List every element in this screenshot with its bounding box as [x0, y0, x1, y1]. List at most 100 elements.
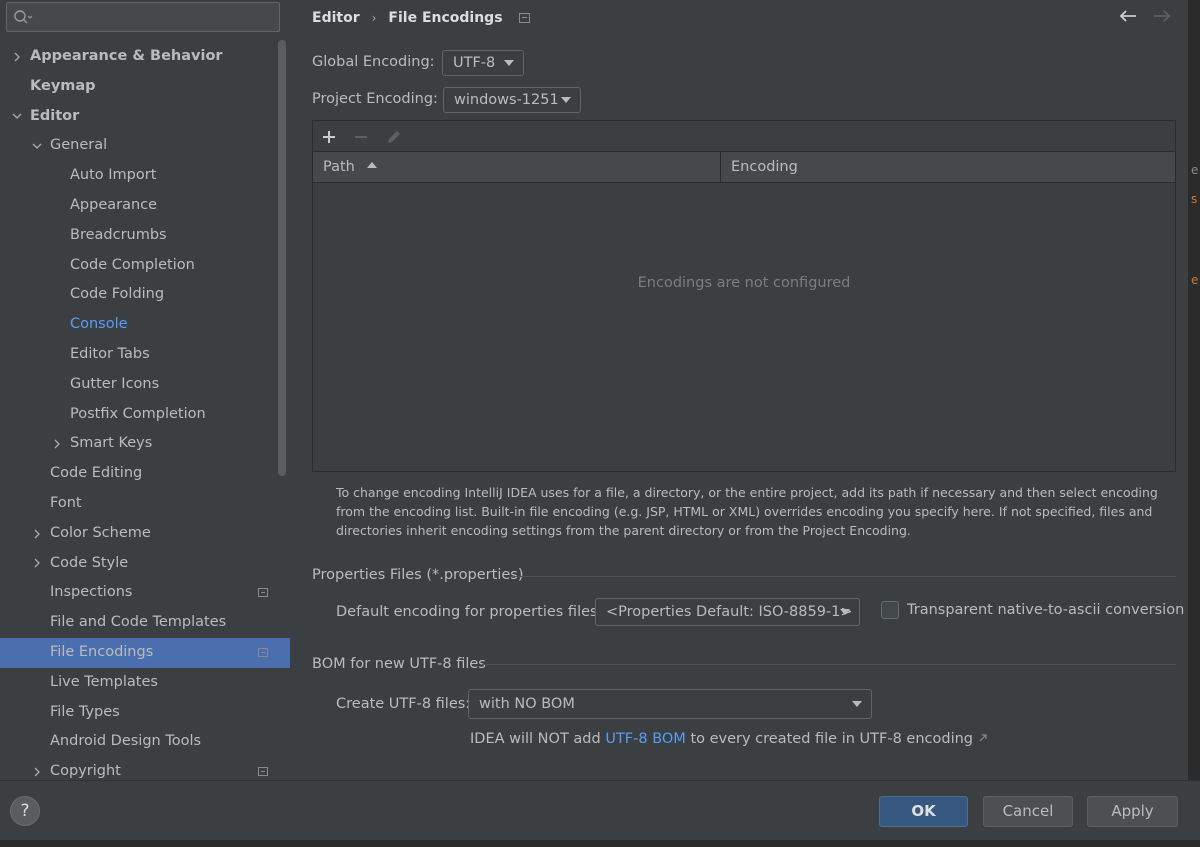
- bom-note: IDEA will NOT add UTF-8 BOM to every cre…: [470, 731, 988, 747]
- sidebar-item-file-encodings[interactable]: File Encodings: [0, 637, 290, 668]
- column-header-label: Path: [323, 159, 355, 175]
- sidebar-item-label: Appearance: [70, 196, 158, 213]
- search-icon: [14, 10, 33, 24]
- sidebar-item-breadcrumbs[interactable]: Breadcrumbs: [0, 221, 290, 251]
- forward-arrow-icon[interactable]: [1152, 6, 1172, 26]
- chevron-right-icon[interactable]: [30, 757, 44, 780]
- sidebar-item-label: Postfix Completion: [70, 405, 206, 422]
- encodings-table-panel: Path Encoding Encodings are not configur…: [312, 120, 1176, 472]
- sidebar-item-file-types[interactable]: File Types: [0, 698, 290, 728]
- chevron-right-icon[interactable]: [30, 549, 44, 579]
- column-header-label: Encoding: [731, 159, 798, 175]
- table-toolbar: [313, 121, 1175, 152]
- chevron-right-icon[interactable]: [50, 429, 64, 459]
- properties-section-title: Properties Files (*.properties): [312, 567, 524, 583]
- sidebar-scrollbar[interactable]: [278, 40, 286, 476]
- sidebar-item-keymap[interactable]: Keymap: [0, 72, 290, 102]
- native-to-ascii-label[interactable]: Transparent native-to-ascii conversion: [907, 602, 1184, 618]
- create-utf8-select[interactable]: with NO BOM: [468, 689, 872, 719]
- sidebar-item-live-templates[interactable]: Live Templates: [0, 668, 290, 698]
- external-link-icon: [979, 734, 987, 742]
- sidebar-item-general[interactable]: General: [0, 131, 290, 161]
- sidebar-item-label: Breadcrumbs: [70, 226, 167, 243]
- properties-encoding-select[interactable]: <Properties Default: ISO-8859-1>: [595, 598, 860, 626]
- sidebar-item-label: Code Completion: [70, 256, 195, 273]
- sidebar-item-gutter-icons[interactable]: Gutter Icons: [0, 370, 290, 400]
- chevron-down-icon[interactable]: [30, 131, 44, 161]
- sidebar-item-postfix-completion[interactable]: Postfix Completion: [0, 400, 290, 430]
- window-bottom-edge: [0, 840, 1200, 847]
- help-text: To change encoding IntelliJ IDEA uses fo…: [336, 485, 1158, 538]
- sidebar-item-label: Font: [50, 494, 82, 511]
- project-scope-icon: [258, 767, 268, 777]
- sidebar-item-label: Gutter Icons: [70, 375, 160, 392]
- column-header-encoding[interactable]: Encoding: [721, 152, 1175, 182]
- sidebar-item-label: Editor Tabs: [70, 345, 150, 362]
- dialog-footer: ? OK Cancel Apply: [0, 780, 1200, 840]
- edge-glyph: e: [1191, 163, 1199, 177]
- global-encoding-value: UTF-8: [453, 55, 496, 71]
- create-utf8-value: with NO BOM: [479, 696, 575, 712]
- settings-content: Editor › File Encodings Global Encoding:…: [290, 0, 1200, 780]
- breadcrumb-parent[interactable]: Editor: [312, 10, 360, 26]
- sidebar-item-file-code-templates[interactable]: File and Code Templates: [0, 608, 290, 638]
- section-divider: [482, 664, 1176, 665]
- column-header-path[interactable]: Path: [313, 152, 721, 182]
- sidebar-item-label: Color Scheme: [50, 524, 151, 541]
- sidebar-item-code-completion[interactable]: Code Completion: [0, 251, 290, 281]
- sidebar-item-appearance[interactable]: Appearance: [0, 191, 290, 221]
- sidebar-item-label: Smart Keys: [70, 435, 153, 452]
- native-to-ascii-checkbox[interactable]: [881, 601, 899, 619]
- project-scope-icon: [258, 588, 268, 598]
- sidebar-item-label: Appearance & Behavior: [30, 48, 223, 64]
- chevron-down-icon[interactable]: [10, 102, 24, 132]
- edge-glyph: s: [1191, 192, 1198, 206]
- sidebar-item-label: Code Folding: [70, 286, 165, 303]
- sidebar-item-code-editing[interactable]: Code Editing: [0, 459, 290, 489]
- breadcrumb-current: File Encodings: [388, 10, 503, 26]
- cancel-button[interactable]: Cancel: [983, 796, 1073, 827]
- help-button[interactable]: ?: [10, 796, 40, 826]
- sidebar-item-label: Code Style: [50, 554, 129, 571]
- chevron-right-icon[interactable]: [30, 519, 44, 549]
- sidebar-item-android-design-tools[interactable]: Android Design Tools: [0, 727, 290, 757]
- project-scope-icon: [518, 13, 530, 23]
- dropdown-arrow-icon: [561, 97, 571, 103]
- sidebar-item-font[interactable]: Font: [0, 489, 290, 519]
- utf8-bom-link[interactable]: UTF-8 BOM: [605, 731, 686, 747]
- edit-pencil-icon[interactable]: [383, 126, 405, 148]
- sidebar-item-label: Editor: [30, 107, 80, 124]
- sidebar-item-label: Copyright: [50, 763, 121, 780]
- sidebar-item-label: Inspections: [50, 584, 133, 601]
- sidebar-item-label: File Encodings: [50, 643, 154, 660]
- sidebar-item-auto-import[interactable]: Auto Import: [0, 161, 290, 191]
- sidebar-item-editor[interactable]: Editor: [0, 102, 290, 132]
- dropdown-arrow-icon: [504, 60, 514, 66]
- sidebar-item-label: General: [50, 137, 108, 154]
- sidebar-item-label: File Types: [50, 703, 120, 720]
- table-header: Path Encoding: [313, 152, 1175, 183]
- chevron-right-icon[interactable]: [10, 42, 24, 72]
- remove-icon[interactable]: [350, 126, 372, 148]
- sidebar-item-console[interactable]: Console: [0, 310, 290, 340]
- apply-button[interactable]: Apply: [1087, 796, 1178, 827]
- search-input[interactable]: [6, 2, 280, 32]
- ok-button[interactable]: OK: [879, 796, 968, 827]
- project-encoding-select[interactable]: windows-1251: [443, 87, 581, 113]
- sidebar-item-inspections[interactable]: Inspections: [0, 578, 290, 608]
- sidebar-item-editor-tabs[interactable]: Editor Tabs: [0, 340, 290, 370]
- table-empty-text: Encodings are not configured: [637, 275, 851, 291]
- sidebar-item-color-scheme[interactable]: Color Scheme: [0, 519, 290, 549]
- sidebar-item-smart-keys[interactable]: Smart Keys: [0, 429, 290, 459]
- sidebar-item-label: Console: [70, 316, 128, 333]
- sidebar-item-copyright[interactable]: Copyright: [0, 757, 290, 780]
- dropdown-arrow-icon: [840, 609, 850, 615]
- sidebar-item-label: Android Design Tools: [50, 733, 202, 750]
- sidebar-item-code-style[interactable]: Code Style: [0, 549, 290, 579]
- global-encoding-select[interactable]: UTF-8: [442, 50, 524, 76]
- add-icon[interactable]: [318, 126, 340, 148]
- sidebar-item-appearance-behavior[interactable]: Appearance & Behavior: [0, 42, 290, 72]
- properties-default-label: Default encoding for properties files:: [336, 604, 603, 620]
- sidebar-item-code-folding[interactable]: Code Folding: [0, 280, 290, 310]
- back-arrow-icon[interactable]: [1118, 6, 1138, 26]
